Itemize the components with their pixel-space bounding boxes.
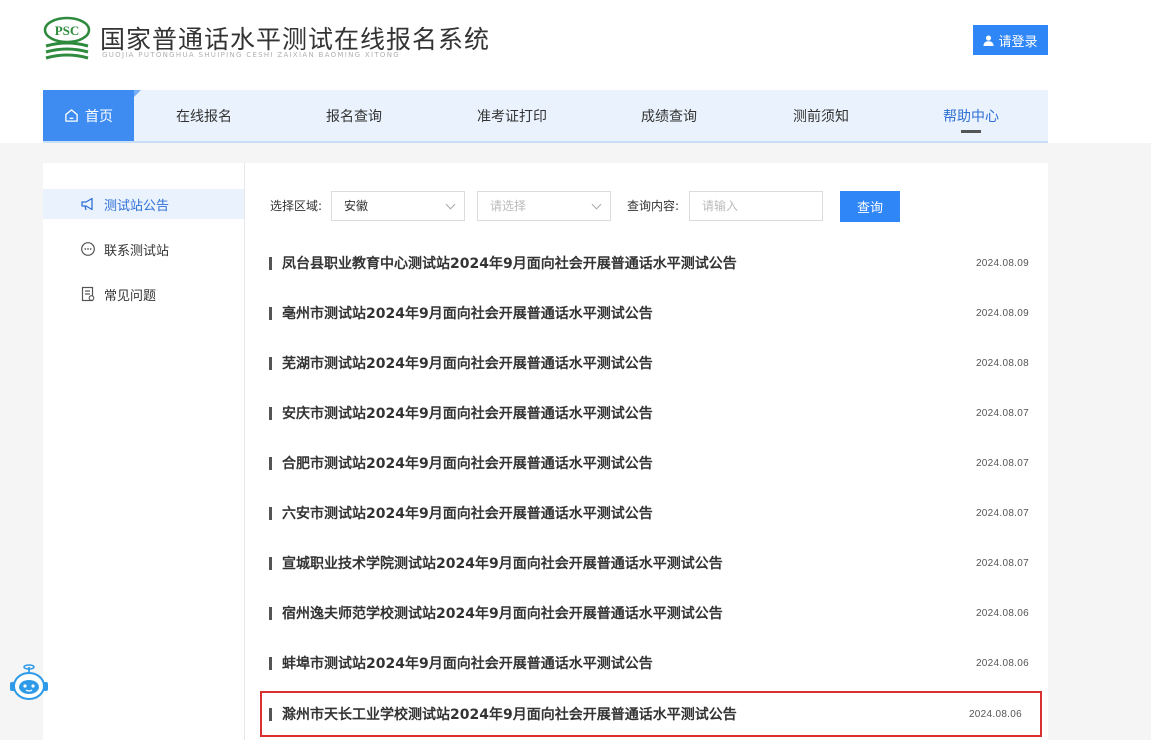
sidebar-item-label: 常见问题 (104, 288, 157, 304)
sidebar-item-contact-station[interactable]: 联系测试站 (43, 234, 244, 264)
region-select[interactable]: 安徽 (331, 191, 465, 221)
list-item[interactable]: 芜湖市测试站2024年9月面向社会开展普通话水平测试公告 2024.08.08 (269, 343, 1029, 383)
nav-online-registration[interactable]: 在线报名 (134, 90, 274, 141)
login-label: 请登录 (998, 34, 1038, 50)
notice-date: 2024.08.07 (975, 457, 1029, 469)
notice-title: 亳州市测试站2024年9月面向社会开展普通话水平测试公告 (282, 306, 653, 322)
notice-date: 2024.08.07 (975, 507, 1029, 519)
nav-score-query[interactable]: 成绩查询 (590, 90, 748, 141)
notice-date: 2024.08.06 (968, 708, 1022, 720)
notice-date: 2024.08.06 (975, 657, 1029, 669)
nav-registration-query[interactable]: 报名查询 (274, 90, 434, 141)
list-marker (269, 556, 272, 570)
user-icon (983, 34, 995, 46)
notice-title: 合肥市测试站2024年9月面向社会开展普通话水平测试公告 (282, 456, 653, 472)
notice-title: 芜湖市测试站2024年9月面向社会开展普通话水平测试公告 (282, 356, 653, 372)
list-marker (269, 356, 272, 370)
list-item[interactable]: 六安市测试站2024年9月面向社会开展普通话水平测试公告 2024.08.07 (269, 493, 1029, 533)
sidebar-item-label: 联系测试站 (104, 243, 170, 259)
nav-home-label: 首页 (85, 108, 113, 125)
site-title-pinyin: GUOJIA PUTONGHUA SHUIPING CESHI ZAIXIAN … (102, 51, 400, 59)
chat-bubble-icon (81, 242, 95, 256)
list-item[interactable]: 宣城职业技术学院测试站2024年9月面向社会开展普通话水平测试公告 2024.0… (269, 543, 1029, 583)
list-item[interactable]: 合肥市测试站2024年9月面向社会开展普通话水平测试公告 2024.08.07 (269, 443, 1029, 483)
list-marker (269, 456, 272, 470)
nav-help-center[interactable]: 帮助中心 (894, 90, 1048, 141)
notice-title: 凤台县职业教育中心测试站2024年9月面向社会开展普通话水平测试公告 (282, 256, 737, 272)
notice-title: 蚌埠市测试站2024年9月面向社会开展普通话水平测试公告 (282, 656, 653, 672)
psc-logo-icon[interactable]: PSC (42, 16, 92, 64)
main-nav: 首页 在线报名 报名查询 准考证打印 成绩查询 测前须知 帮助中心 (43, 90, 1048, 143)
chevron-down-icon (591, 199, 602, 210)
home-icon (65, 109, 78, 122)
region-label: 选择区域: (270, 199, 323, 213)
sidebar: 测试站公告 联系测试站 常见问题 (43, 163, 245, 740)
list-marker (269, 656, 272, 670)
notice-date: 2024.08.09 (975, 257, 1029, 269)
content-panel: 测试站公告 联系测试站 常见问题 选择区域: 安徽 请选择 查询内容: 请输入 … (43, 163, 1048, 740)
list-item[interactable]: 亳州市测试站2024年9月面向社会开展普通话水平测试公告 2024.08.09 (269, 293, 1029, 333)
list-item[interactable]: 凤台县职业教育中心测试站2024年9月面向社会开展普通话水平测试公告 2024.… (269, 243, 1029, 283)
notice-title: 滁州市天长工业学校测试站2024年9月面向社会开展普通话水平测试公告 (282, 707, 737, 723)
site-header: PSC 国家普通话水平测试在线报名系统 GUOJIA PUTONGHUA SHU… (0, 0, 1151, 143)
list-item[interactable]: 蚌埠市测试站2024年9月面向社会开展普通话水平测试公告 2024.08.06 (269, 643, 1029, 683)
logo-text: PSC (55, 23, 80, 38)
sub-region-placeholder: 请选择 (490, 199, 527, 213)
sub-region-select[interactable]: 请选择 (477, 191, 611, 221)
query-button[interactable]: 查询 (840, 191, 900, 222)
document-icon (81, 286, 95, 302)
nav-home[interactable]: 首页 (43, 90, 141, 141)
notice-title: 六安市测试站2024年9月面向社会开展普通话水平测试公告 (282, 506, 653, 522)
list-marker (269, 406, 272, 420)
list-marker (269, 306, 272, 320)
list-marker (269, 707, 272, 721)
list-item[interactable]: 宿州逸夫师范学校测试站2024年9月面向社会开展普通话水平测试公告 2024.0… (269, 593, 1029, 633)
list-marker (269, 506, 272, 520)
sidebar-item-label: 测试站公告 (104, 198, 170, 214)
login-button[interactable]: 请登录 (973, 25, 1048, 55)
sidebar-item-station-notice[interactable]: 测试站公告 (43, 189, 244, 219)
sidebar-item-faq[interactable]: 常见问题 (43, 279, 244, 309)
nav-admission-ticket[interactable]: 准考证打印 (434, 90, 590, 141)
notice-date: 2024.08.07 (975, 557, 1029, 569)
notice-title: 宣城职业技术学院测试站2024年9月面向社会开展普通话水平测试公告 (282, 556, 723, 572)
notice-date: 2024.08.09 (975, 307, 1029, 319)
chevron-down-icon (445, 199, 456, 210)
region-select-value: 安徽 (344, 199, 369, 213)
robot-assistant-icon[interactable] (8, 664, 50, 704)
notice-date: 2024.08.08 (975, 357, 1029, 369)
notice-date: 2024.08.07 (975, 407, 1029, 419)
megaphone-icon (81, 197, 93, 211)
list-marker (269, 606, 272, 620)
query-input[interactable] (689, 191, 823, 221)
notice-title: 安庆市测试站2024年9月面向社会开展普通话水平测试公告 (282, 406, 653, 422)
query-label: 查询内容: (627, 199, 680, 213)
nav-pretest-notice[interactable]: 测前须知 (748, 90, 894, 141)
list-item-highlighted[interactable]: 滁州市天长工业学校测试站2024年9月面向社会开展普通话水平测试公告 2024.… (260, 691, 1042, 737)
list-item[interactable]: 安庆市测试站2024年9月面向社会开展普通话水平测试公告 2024.08.07 (269, 393, 1029, 433)
notice-title: 宿州逸夫师范学校测试站2024年9月面向社会开展普通话水平测试公告 (282, 606, 723, 622)
list-marker (269, 256, 272, 270)
notice-date: 2024.08.06 (975, 607, 1029, 619)
